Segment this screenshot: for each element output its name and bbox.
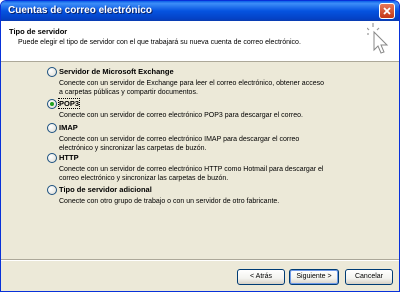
option-label[interactable]: POP3: [57, 98, 81, 109]
option-additional[interactable]: Tipo de servidor adicional Conecte con o…: [47, 185, 377, 205]
option-description: Conecte con un servidor de correo electr…: [59, 112, 303, 119]
additional-radio[interactable]: [47, 185, 57, 195]
wizard-header: Tipo de servidor Puede elegir el tipo de…: [1, 21, 399, 62]
next-button[interactable]: Siguiente >: [289, 269, 339, 285]
close-icon: [383, 7, 391, 15]
option-description: Conecte con un servidor de correo electr…: [59, 136, 300, 152]
mouse-cursor-icon: [367, 23, 389, 54]
header-description: Puede elegir el tipo de servidor con el …: [18, 39, 301, 46]
title-bar[interactable]: Cuentas de correo electrónico: [1, 1, 399, 21]
option-label[interactable]: Tipo de servidor adicional: [59, 185, 152, 194]
option-label[interactable]: Servidor de Microsoft Exchange: [59, 67, 174, 76]
account-wizard-window: Cuentas de correo electrónico Tipo de se…: [0, 0, 400, 292]
footer-separator: [1, 259, 399, 261]
window-title: Cuentas de correo electrónico: [8, 5, 152, 16]
option-pop3[interactable]: POP3 Conecte con un servidor de correo e…: [47, 98, 377, 119]
option-label[interactable]: HTTP: [59, 153, 79, 162]
header-title: Tipo de servidor: [9, 27, 68, 36]
radio-selected-dot: [50, 102, 54, 106]
option-description: Conecte con otro grupo de trabajo o con …: [59, 198, 280, 205]
option-imap[interactable]: IMAP Conecte con un servidor de correo e…: [47, 123, 377, 152]
close-button[interactable]: [379, 3, 395, 19]
http-radio[interactable]: [47, 153, 57, 163]
option-label[interactable]: IMAP: [59, 123, 78, 132]
back-button[interactable]: < Atrás: [237, 269, 285, 285]
pop3-radio[interactable]: [47, 99, 57, 109]
option-description: Conecte con un servidor de correo electr…: [59, 166, 324, 182]
option-http[interactable]: HTTP Conecte con un servidor de correo e…: [47, 153, 377, 182]
cancel-button[interactable]: Cancelar: [345, 269, 393, 285]
option-exchange[interactable]: Servidor de Microsoft Exchange Conecte c…: [47, 67, 377, 96]
option-description: Conecte con un servidor de Exchange para…: [59, 80, 324, 96]
imap-radio[interactable]: [47, 123, 57, 133]
exchange-radio[interactable]: [47, 67, 57, 77]
